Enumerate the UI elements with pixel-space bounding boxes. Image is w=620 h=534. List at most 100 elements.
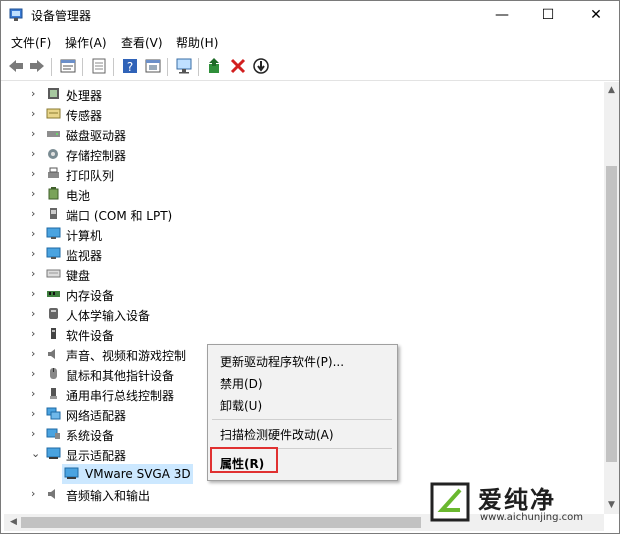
tree-category-item[interactable]: › 计算机 [4, 224, 603, 244]
chevron-right-icon[interactable]: › [31, 267, 35, 280]
chevron-right-icon[interactable]: › [31, 167, 35, 180]
chevron-right-icon[interactable]: › [31, 147, 35, 160]
tree-item-label: 软件设备 [66, 329, 115, 343]
tree-item-label: 监视器 [66, 249, 103, 263]
update-driver-icon[interactable] [206, 57, 224, 75]
forward-icon[interactable] [28, 57, 46, 75]
chevron-right-icon[interactable]: › [31, 407, 35, 420]
tree-item-label: 内存设备 [66, 289, 115, 303]
network-icon [46, 407, 61, 420]
tree-item-label: 人体学输入设备 [66, 309, 151, 323]
tree-category-item[interactable]: › 端口 (COM 和 LPT) [4, 204, 603, 224]
menu-view[interactable]: 查看(V) [121, 34, 163, 51]
chevron-right-icon[interactable]: › [31, 427, 35, 440]
tree-category-item[interactable]: › 电池 [4, 184, 603, 204]
menu-action[interactable]: 操作(A) [65, 34, 107, 51]
chevron-right-icon[interactable]: › [31, 287, 35, 300]
tree-category-item[interactable]: › 键盘 [4, 264, 603, 284]
processor-icon [48, 88, 59, 99]
disk-drive-icon [47, 131, 60, 137]
tree-category-item[interactable]: › 监视器 [4, 244, 603, 264]
chevron-right-icon[interactable]: › [31, 247, 35, 260]
tree-item-label: 显示适配器 [66, 449, 127, 463]
menu-help[interactable]: 帮助(H) [176, 34, 218, 51]
monitor-icon[interactable] [175, 57, 193, 75]
tree-item-label: 端口 (COM 和 LPT) [66, 209, 173, 223]
menu-update-driver[interactable]: 更新驱动程序软件(P)... [220, 353, 344, 370]
tree-category-item[interactable]: › 磁盘驱动器 [4, 124, 603, 144]
help-icon[interactable]: ? [121, 57, 139, 75]
tree-item-label: 电池 [66, 189, 91, 203]
chevron-right-icon[interactable]: › [31, 387, 35, 400]
scroll-left-icon[interactable]: ◀ [6, 517, 21, 527]
audio-io-icon [48, 489, 55, 499]
tree-category-item[interactable]: › 传感器 [4, 104, 603, 124]
horizontal-scroll-thumb[interactable] [21, 517, 421, 528]
display-device-icon [64, 467, 79, 479]
software-device-icon [51, 328, 56, 339]
memory-icon [47, 291, 60, 297]
mouse-icon [50, 368, 57, 379]
tree-item-label: 通用串行总线控制器 [66, 389, 175, 403]
chevron-right-icon[interactable]: › [31, 87, 35, 100]
tree-item-label: 鼠标和其他指针设备 [66, 369, 175, 383]
chevron-right-icon[interactable]: › [31, 187, 35, 200]
scroll-up-icon[interactable]: ▲ [604, 85, 619, 95]
printer-icon [48, 167, 59, 178]
tree-item-label: 系统设备 [66, 429, 115, 443]
refresh-icon[interactable] [90, 57, 108, 75]
tree-category-item[interactable]: › 人体学输入设备 [4, 304, 603, 324]
scan-icon[interactable] [252, 57, 270, 75]
menu-bar: 文件(F) 操作(A) 查看(V) 帮助(H) [1, 31, 619, 53]
properties-icon[interactable] [59, 57, 77, 75]
menu-properties[interactable]: 属性(R) [220, 455, 264, 472]
title-bar[interactable]: 设备管理器 — ☐ ✕ [1, 1, 619, 30]
view-icon[interactable] [144, 57, 162, 75]
context-menu: 更新驱动程序软件(P)... 禁用(D) 卸载(U) 扫描检测硬件改动(A) 属… [207, 344, 398, 481]
chevron-right-icon[interactable]: › [31, 107, 35, 120]
window-title: 设备管理器 [31, 9, 92, 23]
vertical-scrollbar[interactable]: ▲ ▼ [604, 82, 619, 514]
tree-item-label: 处理器 [66, 89, 103, 103]
menu-uninstall[interactable]: 卸载(U) [220, 397, 262, 414]
tree-category-item[interactable]: › 打印队列 [4, 164, 603, 184]
menu-disable[interactable]: 禁用(D) [220, 375, 263, 392]
watermark-logo-icon [430, 482, 470, 522]
keyboard-icon [46, 269, 61, 278]
chevron-right-icon[interactable]: › [31, 227, 35, 240]
minimize-button[interactable]: — [479, 1, 525, 30]
chevron-right-icon[interactable]: › [31, 367, 35, 380]
tree-item-label: 打印队列 [66, 169, 115, 183]
back-icon[interactable] [7, 57, 25, 75]
vertical-scroll-thumb[interactable] [606, 166, 617, 462]
chevron-right-icon[interactable]: › [31, 327, 35, 340]
sensor-icon [46, 108, 61, 119]
hid-icon [49, 308, 58, 319]
tree-item-label: 存储控制器 [66, 149, 127, 163]
chevron-right-icon[interactable]: › [31, 487, 35, 500]
chevron-right-icon[interactable]: › [31, 207, 35, 220]
chevron-right-icon[interactable]: › [31, 127, 35, 140]
chevron-down-icon[interactable]: ⌄ [31, 447, 40, 460]
battery-icon [48, 187, 59, 200]
system-device-icon [46, 428, 60, 439]
tree-category-item[interactable]: › 处理器 [4, 84, 603, 104]
maximize-button[interactable]: ☐ [525, 1, 571, 30]
storage-controller-icon [48, 149, 58, 159]
tree-item-label: 音频输入和输出 [66, 489, 151, 503]
uninstall-icon[interactable] [229, 57, 247, 75]
tree-category-item[interactable]: › 内存设备 [4, 284, 603, 304]
device-manager-icon [9, 8, 23, 21]
usb-icon [50, 388, 57, 399]
chevron-right-icon[interactable]: › [31, 347, 35, 360]
menu-file[interactable]: 文件(F) [11, 34, 51, 51]
menu-scan-hardware[interactable]: 扫描检测硬件改动(A) [220, 426, 334, 443]
toolbar: ? [1, 54, 619, 81]
chevron-right-icon[interactable]: › [31, 307, 35, 320]
tree-category-item[interactable]: › 软件设备 [4, 324, 603, 344]
tree-item-label: 网络适配器 [66, 409, 127, 423]
close-button[interactable]: ✕ [573, 1, 619, 30]
watermark: 爱纯净 www.aichunjing.com [430, 478, 615, 530]
tree-category-item[interactable]: › 存储控制器 [4, 144, 603, 164]
audio-icon [48, 349, 55, 359]
